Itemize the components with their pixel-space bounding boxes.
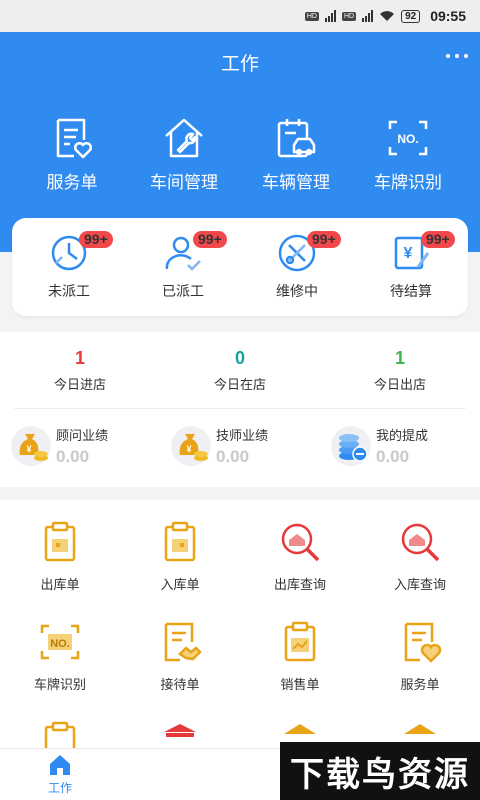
plate-scan-icon: NO. [388,120,428,156]
today-in[interactable]: 1 今日进店 [15,348,145,408]
vehicle-icon [277,119,316,158]
grid-item-label: 接待单 [160,677,200,692]
watermark-text: 下载鸟资源 [290,755,470,794]
svg-text:NO.: NO. [50,638,70,650]
function-grid: 出库单 入库单 出库查询 入库查询 NO. 车牌识别 接待单 销售单 服务单 [0,500,480,750]
today-in-shop-count: 0 [234,348,245,368]
status-unassigned[interactable]: 99+ 未派工 [19,231,119,301]
status-pending-settlement[interactable]: ¥ 99+ 待结算 [361,231,461,301]
badge: 99+ [307,231,341,248]
status-assigned[interactable]: 99+ 已派工 [133,231,233,301]
today-in-count: 1 [74,348,85,368]
grid-item-inbound-query[interactable]: 入库查询 [370,520,470,620]
grid-item-label: 入库单 [160,577,200,592]
search-warehouse-icon [401,523,440,562]
technician-performance-label: 技师业绩 [216,428,269,443]
status-label: 未派工 [48,283,90,299]
advisor-performance-value: 0.00 [56,447,90,466]
status-bar: HD HD 92 09:55 [0,0,480,32]
quick-action-service-order[interactable]: 服务单 [22,116,122,193]
building-icon [164,724,196,737]
technician-performance[interactable]: ¥ 技师业绩 0.00 [170,425,310,467]
home-icon [50,755,70,775]
grid-item-service-order[interactable]: 服务单 [370,620,470,720]
grid-item-label: 入库查询 [393,577,446,592]
grid-item-reception-order[interactable]: 接待单 [130,620,230,720]
today-out[interactable]: 1 今日出店 [335,348,465,408]
quick-action-label: 服务单 [46,173,98,192]
plate-scan-icon: NO. [40,624,80,660]
today-in-shop[interactable]: 0 今日在店 [175,348,305,408]
quick-action-label: 车辆管理 [262,173,330,192]
technician-performance-value: 0.00 [216,447,250,466]
money-bag-icon: ¥ [11,426,51,466]
performance-row: ¥ 顾问业绩 0.00 ¥ 技师业绩 0.00 我的提成 0.00 [0,409,480,467]
clipboard-icon [44,721,76,750]
service-order-icon [56,118,92,159]
tab-label: 工作 [47,781,72,795]
money-bag-icon: ¥ [171,426,211,466]
grid-item-plate-scan[interactable]: NO. 车牌识别 [10,620,110,720]
my-commission-value: 0.00 [376,447,410,466]
clipboard-icon [44,521,76,562]
battery-icon: 92 [401,9,421,23]
today-in-label: 今日进店 [53,377,106,392]
grid-item-outbound-order[interactable]: 出库单 [10,520,110,620]
status-repairing[interactable]: 99+ 维修中 [247,231,347,301]
grid-item-label: 车牌识别 [33,677,86,692]
page-title: 工作 [220,53,259,75]
svg-text:¥: ¥ [404,245,413,262]
clock: 09:55 [430,8,466,24]
grid-item-label: 服务单 [400,677,440,692]
svg-text:NO.: NO. [397,132,418,146]
today-stats: 1 今日进店 0 今日在店 1 今日出店 [0,332,480,408]
badge: 99+ [193,231,227,248]
quick-actions: 服务单 车间管理 车辆管理 NO. 车牌识别 [0,92,480,193]
my-commission[interactable]: 我的提成 0.00 [330,425,470,467]
quick-action-label: 车牌识别 [374,173,442,192]
advisor-performance[interactable]: ¥ 顾问业绩 0.00 [10,425,150,467]
badge: 99+ [79,231,113,248]
today-in-shop-label: 今日在店 [213,377,266,392]
hd-indicator-2: HD [341,11,357,21]
status-label: 维修中 [276,283,318,299]
quick-action-vehicle[interactable]: 车辆管理 [246,116,346,193]
more-icon[interactable] [446,54,468,58]
quick-action-workshop[interactable]: 车间管理 [134,116,234,193]
tab-work[interactable]: 工作 [0,753,120,796]
grid-item-sales-order[interactable]: 销售单 [250,620,350,720]
status-label: 待结算 [390,283,432,299]
chart-clipboard-icon [284,621,316,662]
today-out-label: 今日出店 [373,377,426,392]
workshop-icon [165,118,203,158]
clipboard-icon [164,521,196,562]
search-warehouse-icon [281,523,320,562]
handshake-doc-icon [164,622,202,662]
quick-action-label: 车间管理 [150,173,218,192]
today-out-count: 1 [394,348,405,368]
hd-indicator: HD [304,11,319,21]
advisor-performance-label: 顾问业绩 [56,428,109,443]
grid-item-label: 销售单 [280,677,320,692]
quick-action-plate-scan[interactable]: NO. 车牌识别 [358,116,458,193]
status-label: 已派工 [162,283,204,299]
watermark: 下载鸟资源 [280,742,480,800]
grid-item-label: 出库查询 [273,577,326,592]
work-status-card: 99+ 未派工 99+ 已派工 99+ 维修中 ¥ 99+ 待结算 [12,218,468,316]
grid-item-partial[interactable] [130,720,230,750]
my-commission-label: 我的提成 [376,428,429,443]
stats-panel: 1 今日进店 0 今日在店 1 今日出店 ¥ 顾问业绩 0.00 ¥ 技师业绩 … [0,332,480,487]
grid-item-label: 出库单 [40,577,80,592]
wifi-icon [380,11,395,21]
service-order-icon [404,622,442,663]
grid-item-inbound-order[interactable]: 入库单 [130,520,230,620]
grid-item-partial[interactable] [10,720,110,750]
svg-text:¥: ¥ [186,444,191,454]
coin-stack-icon [331,426,371,466]
grid-item-outbound-query[interactable]: 出库查询 [250,520,350,620]
svg-text:¥: ¥ [26,444,31,454]
badge: 99+ [421,231,455,248]
signal-icon [324,10,336,22]
signal-icon-2 [362,10,374,22]
